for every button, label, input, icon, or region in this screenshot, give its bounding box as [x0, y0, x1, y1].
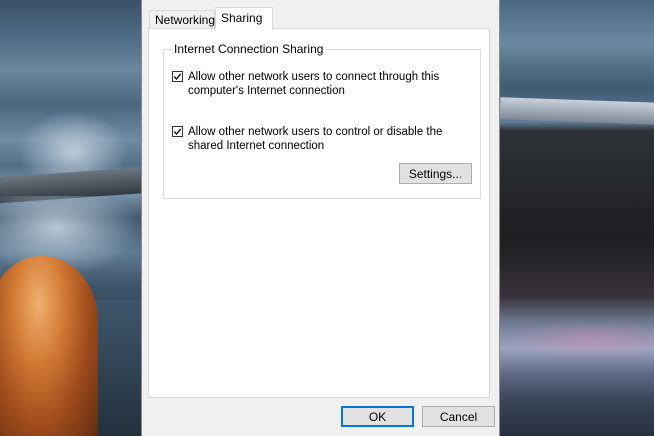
tab-sharing[interactable]: Sharing — [215, 7, 273, 30]
desktop-background-right — [500, 0, 654, 436]
rock — [0, 256, 98, 436]
settings-button[interactable]: Settings... — [399, 163, 472, 184]
tab-networking[interactable]: Networking — [149, 10, 215, 29]
cancel-button[interactable]: Cancel — [422, 406, 495, 427]
wave-highlight — [500, 320, 654, 360]
checkmark-icon — [173, 128, 182, 135]
checkmark-icon — [173, 73, 182, 80]
tab-strip: Networking Sharing — [148, 7, 488, 30]
pier-railing — [500, 97, 654, 125]
group-title: Internet Connection Sharing — [171, 42, 327, 56]
desktop-background-left — [0, 0, 141, 436]
allow-control-checkbox[interactable] — [172, 126, 183, 137]
sharing-tab-panel: Internet Connection Sharing Allow other … — [148, 28, 490, 398]
ok-button[interactable]: OK — [341, 406, 414, 427]
allow-connect-checkbox[interactable] — [172, 71, 183, 82]
allow-control-label[interactable]: Allow other network users to control or … — [188, 125, 468, 153]
allow-connect-label[interactable]: Allow other network users to connect thr… — [188, 70, 468, 98]
internet-connection-sharing-group: Internet Connection Sharing Allow other … — [163, 42, 481, 199]
properties-dialog: Networking Sharing Internet Connection S… — [141, 0, 500, 436]
